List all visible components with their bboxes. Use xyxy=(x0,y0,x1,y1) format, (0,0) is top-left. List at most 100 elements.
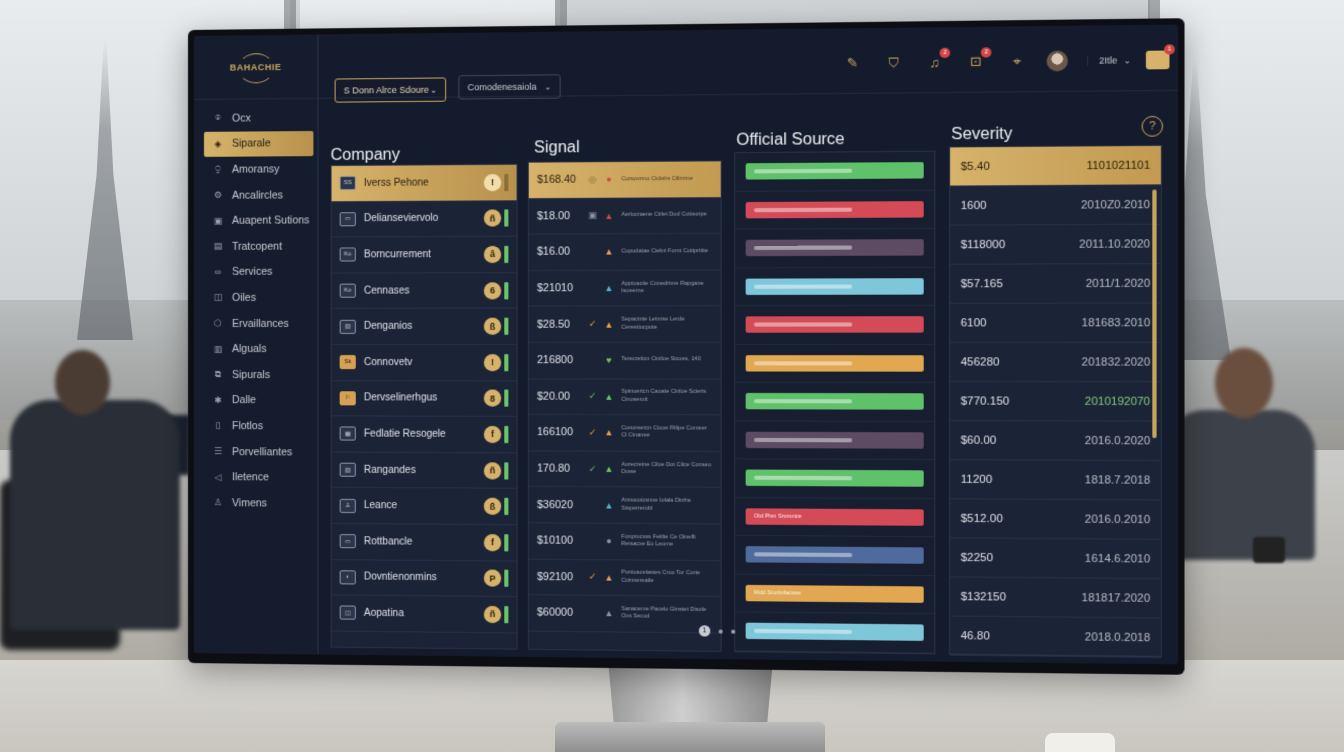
signal-row[interactable]: $60000 ▲ Sanaceme Pacelo Gtnstet Disole Ox… xyxy=(528,595,721,634)
sidebar-item[interactable]: ⍜ Amoransy xyxy=(194,156,317,182)
sidebar-item[interactable]: ⌾ Ocx xyxy=(194,105,317,132)
source-row[interactable] xyxy=(735,305,935,345)
sidebar-item[interactable]: ⧉ Sipurals xyxy=(194,362,317,388)
inbox-icon[interactable]: ⊡ 2 xyxy=(966,47,992,71)
sidebar-item[interactable]: ◫ Oiles xyxy=(194,285,317,311)
source-row[interactable] xyxy=(735,382,935,422)
company-filter-dropdown[interactable]: Comodenesaiola ⌄ xyxy=(458,74,561,100)
company-logo-icon: SS xyxy=(339,176,356,191)
edit-icon[interactable]: ✎ xyxy=(843,54,862,73)
signal-row[interactable]: $92100 ✓ ▲ Pontoacelasies Croo Tor Corte Cc… xyxy=(528,559,721,598)
company-row[interactable]: ◐ Dovntienonmins P xyxy=(331,559,517,598)
signal-row[interactable]: 166100 ✓ ▲ Conoreercn Ctcoe Rtlipe Comeer C… xyxy=(528,415,721,452)
source-status-bar[interactable] xyxy=(745,277,924,295)
source-row[interactable] xyxy=(735,612,935,653)
source-row[interactable]: Otd Pivn Sruronce xyxy=(735,497,935,538)
source-status-bar[interactable]: Mdd Sruriinfacsse xyxy=(745,584,924,603)
company-row[interactable]: ▥ Denganios ß xyxy=(331,308,517,345)
sidebar-item[interactable]: ◁ Iletence xyxy=(194,464,317,490)
page-dot[interactable] xyxy=(731,629,736,634)
sidebar-item[interactable]: ◈ Siparale xyxy=(203,130,314,158)
source-row[interactable] xyxy=(735,228,935,268)
company-row[interactable]: ▦ Fedlatie Resogele f xyxy=(331,416,517,454)
sidebar-item[interactable]: ✱ Dalle xyxy=(194,388,317,414)
severity-row[interactable]: 11200 1818.7.2018 xyxy=(950,460,1161,501)
tag-icon[interactable]: ⛉ xyxy=(884,53,903,72)
signal-row[interactable]: $10100 ● Fonprocvss Feiilte Ce Oineflt Rei… xyxy=(528,523,721,561)
page-number[interactable]: 1 xyxy=(698,625,711,637)
signal-row[interactable]: $21010 ▲ Apptoaciie Conedrtme Rapgane Isoe… xyxy=(528,270,721,307)
source-status-bar[interactable] xyxy=(745,469,924,488)
source-status-bar[interactable] xyxy=(745,622,924,642)
severity-row[interactable]: $5.40 1101021101 xyxy=(950,145,1161,187)
status-bar xyxy=(504,569,509,588)
brand-logo[interactable]: BAHACHIE xyxy=(193,34,318,100)
location-icon[interactable]: ⌖ xyxy=(1008,52,1027,71)
company-row[interactable]: ▭ Rottbancle f xyxy=(331,523,517,562)
source-row[interactable] xyxy=(735,535,935,576)
sidebar-item[interactable]: ▤ Tratcopent xyxy=(194,233,317,259)
source-row[interactable] xyxy=(735,459,935,499)
company-row[interactable]: ▭ Delianseviervolo ñ xyxy=(331,200,517,238)
signal-row[interactable]: $168.40 ◎ ● Cursovrmo Ciclelrs Cilinrme xyxy=(528,161,721,199)
source-row[interactable] xyxy=(735,420,935,461)
signal-row[interactable]: $16.00 ▲ Copudatae Ciebri Fornt Cottprtitt… xyxy=(528,233,721,271)
severity-row[interactable]: $57.165 2011/1.2020 xyxy=(950,264,1161,304)
company-row[interactable]: ⚐ Dervselinerhgus 8 xyxy=(331,380,517,418)
signal-row[interactable]: 170.80 ✓ ▲ Aurecretne Ciloe Dot Cilce Conse… xyxy=(528,451,721,489)
severity-row[interactable]: 456280 201832.2020 xyxy=(950,342,1161,383)
scrollbar[interactable] xyxy=(1152,189,1157,439)
signal-row[interactable]: $28.50 ✓ ▲ Sepactnte Letnrse Lerde Cerestio… xyxy=(528,306,721,343)
source-row[interactable] xyxy=(735,190,935,230)
company-row[interactable]: SS Iverss Pehone! xyxy=(331,164,517,202)
severity-row[interactable]: $132150 181817.2020 xyxy=(950,577,1161,619)
signal-row[interactable]: $20.00 ✓ ▲ Spinuertcn Caoate Cinloe Scieris… xyxy=(528,378,721,416)
company-row[interactable]: Ko Cennases 6 xyxy=(331,272,517,310)
source-status-bar[interactable] xyxy=(745,354,924,372)
source-status-bar[interactable] xyxy=(745,239,924,257)
sidebar-item[interactable]: ⚙ Ancalircles xyxy=(194,182,317,208)
sidebar-item[interactable]: ▯ Flotlos xyxy=(194,413,317,439)
company-row[interactable]: ▥ Rangandes ñ xyxy=(331,452,517,490)
signal-row[interactable]: $36020 ▲ Annocotcsnne Iolala Dinfra Sisper… xyxy=(528,487,721,525)
source-status-bar[interactable] xyxy=(745,162,924,180)
source-filter-dropdown[interactable]: S Donn Alrce Sdoure ⌄ xyxy=(334,77,447,103)
severity-row[interactable]: 46.80 2018.0.2018 xyxy=(950,616,1161,658)
severity-row[interactable]: $770.150 2010192070 xyxy=(950,381,1161,422)
severity-row[interactable]: $118000 2011.10.2020 xyxy=(950,224,1161,265)
sidebar-item[interactable]: ▥ Alguals xyxy=(194,336,317,362)
sidebar-item[interactable]: ☰ Porvelliantes xyxy=(194,439,317,465)
severity-row[interactable]: 1600 2010Z0.2010 xyxy=(950,185,1161,226)
user-menu-label[interactable]: 2Itle xyxy=(1087,55,1118,66)
briefcase-icon[interactable]: 1 xyxy=(1145,44,1175,70)
company-row[interactable]: ♙ Leance ß xyxy=(331,488,517,526)
sidebar-item[interactable]: ∞ Services xyxy=(194,259,317,285)
source-status-bar[interactable] xyxy=(745,200,924,219)
signal-row[interactable]: $18.00 ▣ ▲ Aeriocraene Cirlet Dod Cotteorpe xyxy=(528,197,721,235)
company-row[interactable]: Ko Borncurrement â xyxy=(331,236,517,274)
source-row[interactable] xyxy=(735,151,935,192)
signal-row[interactable]: 216800 ♥ Terecreticn Ciniloe Sicoes, 140 xyxy=(528,342,721,380)
sidebar-item[interactable]: ⬡ Ervaillances xyxy=(194,311,317,337)
bell-icon[interactable]: ♫ 2 xyxy=(925,47,951,72)
source-row[interactable]: Mdd Sruriinfacsse xyxy=(735,574,935,615)
help-icon[interactable]: ? xyxy=(1141,115,1164,137)
severity-row[interactable]: $512.00 2016.0.2010 xyxy=(950,499,1161,540)
source-status-bar[interactable]: Otd Pivn Sruronce xyxy=(745,508,924,526)
sidebar-item[interactable]: ♙ Vimens xyxy=(194,490,317,516)
page-dot[interactable] xyxy=(718,629,723,634)
severity-row[interactable]: $60.00 2016.0.2020 xyxy=(950,421,1161,462)
source-status-bar[interactable] xyxy=(745,431,924,449)
sidebar-item[interactable]: ▣ Auapent Sutions xyxy=(194,208,317,234)
chevron-down-icon[interactable]: ⌄ xyxy=(1124,56,1131,65)
source-row[interactable] xyxy=(735,344,935,383)
company-row[interactable]: ◫ Aopatina ñ xyxy=(331,595,517,634)
user-avatar[interactable] xyxy=(1046,50,1069,72)
severity-row[interactable]: 6100 181683.2010 xyxy=(950,303,1161,343)
company-row[interactable]: Sk Connovetv! xyxy=(331,344,517,381)
severity-row[interactable]: $2250 1614.6.2010 xyxy=(950,538,1161,580)
source-status-bar[interactable] xyxy=(745,316,924,333)
source-status-bar[interactable] xyxy=(745,546,924,565)
source-row[interactable] xyxy=(735,267,935,307)
source-status-bar[interactable] xyxy=(745,393,924,410)
